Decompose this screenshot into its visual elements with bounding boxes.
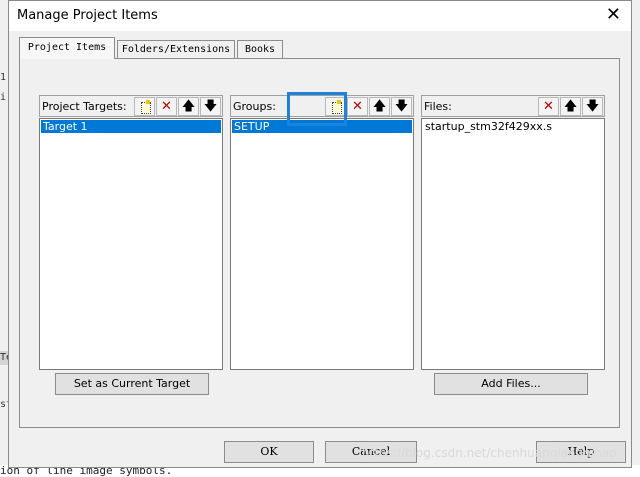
- files-list[interactable]: startup_stm32f429xx.s: [421, 118, 605, 370]
- list-item[interactable]: Target 1: [41, 120, 221, 133]
- move-up-icon[interactable]: 🡅: [560, 97, 581, 116]
- background-glyph: 1: [0, 72, 7, 83]
- delete-icon[interactable]: ✕: [156, 97, 177, 116]
- files-label: Files:: [424, 100, 452, 113]
- files-header: Files: ✕ 🡅 🡇: [421, 95, 605, 117]
- tab-folders-extensions[interactable]: Folders/Extensions: [117, 40, 235, 58]
- title-bar: Manage Project Items ✕: [9, 1, 631, 31]
- groups-label: Groups:: [233, 100, 276, 113]
- dialog-title: Manage Project Items: [17, 8, 158, 23]
- groups-toolbar: ✕ 🡅 🡇: [325, 97, 413, 116]
- targets-toolbar: ✕ 🡅 🡇: [134, 97, 222, 116]
- groups-header: Groups: ✕ 🡅 🡇: [230, 95, 414, 117]
- project-targets-header: Project Targets: ✕ 🡅 🡇: [39, 95, 223, 117]
- background-glyph: i: [0, 92, 7, 103]
- close-icon[interactable]: ✕: [606, 6, 621, 24]
- help-button[interactable]: Help: [536, 441, 626, 463]
- ok-button[interactable]: OK: [224, 441, 314, 463]
- project-targets-group: Project Targets: ✕ 🡅 🡇 Target 1: [39, 95, 223, 370]
- delete-icon[interactable]: ✕: [347, 97, 368, 116]
- new-icon[interactable]: [134, 97, 155, 116]
- files-group: Files: ✕ 🡅 🡇 startup_stm32f429xx.s: [421, 95, 605, 370]
- new-icon[interactable]: [325, 97, 346, 116]
- list-item[interactable]: SETUP: [232, 120, 412, 133]
- tab-project-items[interactable]: Project Items: [19, 37, 115, 59]
- background-editor-right: [632, 0, 640, 477]
- groups-group: Groups: ✕ 🡅 🡇 SETUP: [230, 95, 414, 370]
- project-targets-list[interactable]: Target 1: [39, 118, 223, 370]
- move-down-icon[interactable]: 🡇: [200, 97, 221, 116]
- move-down-icon[interactable]: 🡇: [582, 97, 603, 116]
- move-down-icon[interactable]: 🡇: [391, 97, 412, 116]
- files-toolbar: ✕ 🡅 🡇: [538, 97, 604, 116]
- cancel-button[interactable]: Cancel: [325, 441, 417, 463]
- groups-list[interactable]: SETUP: [230, 118, 414, 370]
- list-item[interactable]: startup_stm32f429xx.s: [423, 120, 603, 133]
- tab-books[interactable]: Books: [237, 40, 283, 58]
- manage-project-items-dialog: Manage Project Items ✕ Project Items Fol…: [8, 0, 632, 468]
- delete-icon[interactable]: ✕: [538, 97, 559, 116]
- project-targets-label: Project Targets:: [42, 100, 127, 113]
- set-as-current-target-button[interactable]: Set as Current Target: [55, 373, 209, 395]
- move-up-icon[interactable]: 🡅: [369, 97, 390, 116]
- project-items-panel: Project Targets: ✕ 🡅 🡇 Target 1 Groups: …: [19, 58, 620, 428]
- add-files-button[interactable]: Add Files...: [434, 373, 588, 395]
- move-up-icon[interactable]: 🡅: [178, 97, 199, 116]
